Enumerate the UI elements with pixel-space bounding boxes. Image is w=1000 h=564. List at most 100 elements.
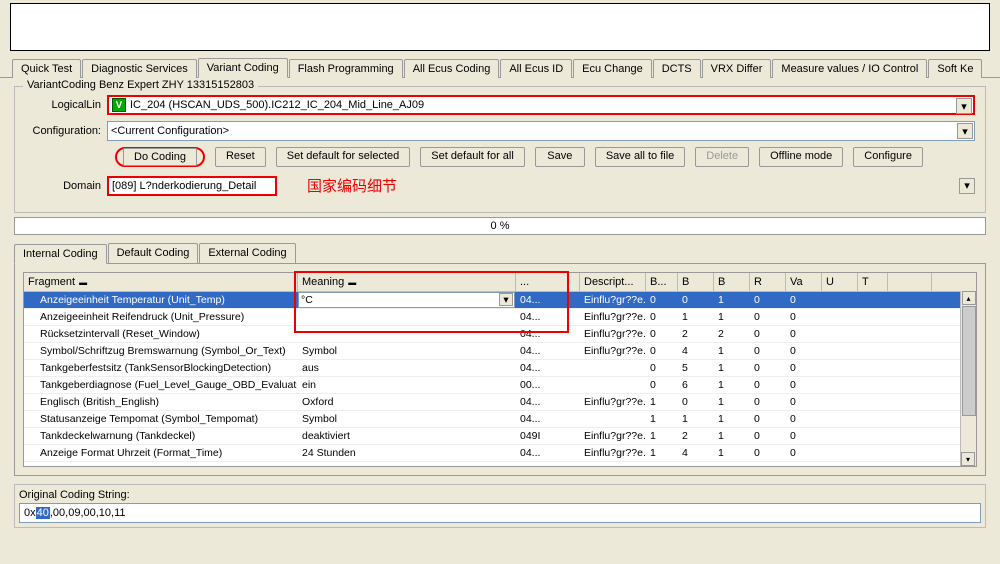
set-default-all-button[interactable]: Set default for all (420, 147, 525, 167)
tab-measure-values-io-control[interactable]: Measure values / IO Control (772, 59, 927, 78)
data-cell: 0 (786, 327, 822, 341)
tab-variant-coding[interactable]: Variant Coding (198, 58, 288, 78)
original-coding-panel: Original Coding String: 0x40,00,09,00,10… (14, 484, 986, 528)
table-row[interactable]: Rücksetzintervall (Reset_Window)04...Ein… (24, 326, 976, 343)
table-row[interactable]: Anzeigeeinheit Temperatur (Unit_Temp)°C▾… (24, 292, 976, 309)
ecu-status-icon: V (112, 98, 126, 112)
column-header[interactable]: ... (516, 273, 580, 291)
scroll-down-button[interactable]: ▾ (961, 452, 975, 466)
data-cell: 4 (678, 344, 714, 358)
configuration-dropdown[interactable]: <Current Configuration> ▾ (107, 121, 975, 141)
data-cell: 1 (714, 310, 750, 324)
chevron-down-icon[interactable]: ▾ (959, 178, 975, 194)
vertical-scrollbar[interactable]: ▴ ▾ (960, 291, 976, 466)
data-cell: 1 (646, 395, 678, 409)
data-cell: 0 (750, 344, 786, 358)
table-row[interactable]: Anzeigeeinheit Reifendruck (Unit_Pressur… (24, 309, 976, 326)
data-cell: 04... (516, 310, 580, 324)
data-cell: 0 (786, 293, 822, 307)
column-header[interactable]: B... (646, 273, 678, 291)
data-cell: Einflu?gr??e... (580, 327, 646, 341)
tab-quick-test[interactable]: Quick Test (12, 59, 81, 78)
table-row[interactable]: Symbol/Schriftzug Bremswarnung (Symbol_O… (24, 343, 976, 360)
logical-link-label: LogicalLin (25, 99, 107, 111)
data-cell: 04... (516, 344, 580, 358)
data-cell: 0 (646, 344, 678, 358)
data-cell: 0 (750, 412, 786, 426)
configure-button[interactable]: Configure (853, 147, 923, 167)
data-cell: 04... (516, 412, 580, 426)
column-header[interactable] (888, 273, 932, 291)
data-cell: 0 (678, 293, 714, 307)
tab-dcts[interactable]: DCTS (653, 59, 701, 78)
data-cell (888, 384, 932, 386)
column-header[interactable]: U (822, 273, 858, 291)
do-coding-button[interactable]: Do Coding (123, 148, 197, 166)
scroll-up-button[interactable]: ▴ (962, 291, 976, 305)
table-row[interactable]: Anzeige Format Uhrzeit (Format_Time)24 S… (24, 445, 976, 462)
chevron-down-icon[interactable]: ▾ (499, 293, 513, 306)
data-cell (822, 384, 858, 386)
scroll-thumb[interactable] (962, 306, 976, 416)
tab-soft-ke[interactable]: Soft Ke (928, 59, 982, 78)
table-row[interactable]: Tankgeberfestsitz (TankSensorBlockingDet… (24, 360, 976, 377)
original-coding-string[interactable]: 0x40,00,09,00,10,11 (19, 503, 981, 523)
fragment-cell: Anzeigeeinheit Reifendruck (Unit_Pressur… (24, 310, 298, 324)
data-cell: 1 (714, 378, 750, 392)
main-tabstrip: Quick TestDiagnostic ServicesVariant Cod… (0, 57, 1000, 78)
logical-link-dropdown[interactable]: V IC_204 (HSCAN_UDS_500).IC212_IC_204_Mi… (107, 95, 975, 115)
tab-vrx-differ[interactable]: VRX Differ (702, 59, 772, 78)
column-header[interactable]: Descript... (580, 273, 646, 291)
chevron-down-icon[interactable]: ▾ (957, 123, 973, 139)
save-all-file-button[interactable]: Save all to file (595, 147, 685, 167)
data-cell (858, 350, 888, 352)
inner-tab-default-coding[interactable]: Default Coding (108, 243, 199, 263)
domain-dropdown[interactable]: [089] L?nderkodierung_Detail (107, 176, 277, 196)
data-cell (858, 401, 888, 403)
tab-all-ecus-id[interactable]: All Ecus ID (500, 59, 572, 78)
chevron-down-icon[interactable]: ▾ (956, 98, 972, 114)
meaning-cell (298, 316, 516, 318)
data-cell: 1 (714, 412, 750, 426)
column-header[interactable]: Va (786, 273, 822, 291)
table-row[interactable]: Englisch (British_English)Oxford04...Ein… (24, 394, 976, 411)
meaning-cell[interactable]: °C▾°C°F (298, 292, 516, 308)
data-cell: 0 (646, 361, 678, 375)
table-row[interactable]: Tankgeberdiagnose (Fuel_Level_Gauge_OBD_… (24, 377, 976, 394)
meaning-dropdown[interactable]: °C▾°C°F (298, 292, 515, 308)
data-cell: Einflu?gr??e... (580, 395, 646, 409)
data-cell (580, 384, 646, 386)
data-cell: 1 (714, 395, 750, 409)
column-header[interactable]: Fragment▬ (24, 273, 298, 291)
data-cell: 0 (750, 361, 786, 375)
meaning-cell: 24 Stunden (298, 446, 516, 460)
inner-tab-internal-coding[interactable]: Internal Coding (14, 244, 107, 264)
tab-all-ecus-coding[interactable]: All Ecus Coding (404, 59, 500, 78)
data-cell (858, 367, 888, 369)
sort-arrow-icon: ▬ (348, 278, 356, 287)
offline-mode-button[interactable]: Offline mode (759, 147, 843, 167)
column-header[interactable]: B (714, 273, 750, 291)
tab-diagnostic-services[interactable]: Diagnostic Services (82, 59, 197, 78)
tab-flash-programming[interactable]: Flash Programming (289, 59, 403, 78)
table-row[interactable]: Tankdeckelwarnung (Tankdeckel)deaktivier… (24, 428, 976, 445)
tab-ecu-change[interactable]: Ecu Change (573, 59, 652, 78)
data-cell: 0 (646, 310, 678, 324)
column-header[interactable]: R (750, 273, 786, 291)
inner-tab-external-coding[interactable]: External Coding (199, 243, 295, 263)
column-header[interactable]: B (678, 273, 714, 291)
domain-label: Domain (25, 180, 107, 192)
data-cell (858, 452, 888, 454)
table-row[interactable]: Statusanzeige Tempomat (Symbol_Tempomat)… (24, 411, 976, 428)
table-header-row: Fragment▬Meaning▬...Descript...B...BBRVa… (24, 273, 976, 292)
column-header[interactable]: Meaning▬ (298, 273, 516, 291)
save-button[interactable]: Save (535, 147, 585, 167)
data-cell: 0 (786, 395, 822, 409)
column-header[interactable]: T (858, 273, 888, 291)
data-cell (858, 316, 888, 318)
reset-button[interactable]: Reset (215, 147, 266, 167)
data-cell: 0 (750, 327, 786, 341)
do-coding-highlight: Do Coding (115, 147, 205, 167)
data-cell (858, 435, 888, 437)
set-default-selected-button[interactable]: Set default for selected (276, 147, 411, 167)
